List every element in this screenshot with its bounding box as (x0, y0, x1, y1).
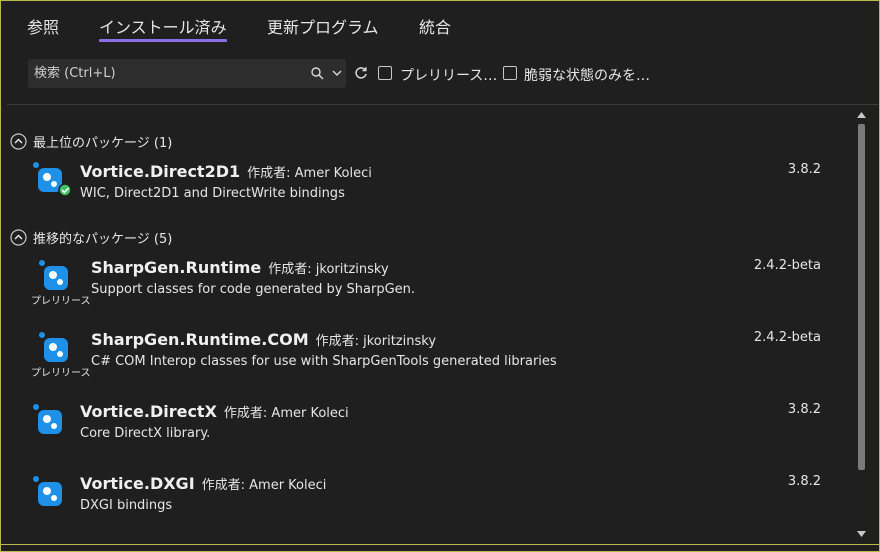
nuget-package-icon (33, 476, 62, 506)
package-version: 2.4.2-beta (753, 258, 821, 273)
package-row[interactable]: Vortice.Direct2D1 作成者: Amer Koleci WIC, D… (0, 156, 855, 212)
package-author: 作成者: jkoritzinsky (315, 334, 437, 349)
package-row[interactable]: プレリリース SharpGen.Runtime.COM 作成者: jkoritzi… (0, 326, 855, 390)
tab-browse[interactable]: 参照 (27, 14, 59, 38)
package-row[interactable]: Vortice.DirectX 作成者: Amer Koleci Core Dir… (0, 398, 855, 458)
prerelease-tag: プレリリース (31, 296, 91, 307)
selected-tab-indicator (99, 39, 227, 42)
package-name-line: Vortice.DirectX 作成者: Amer Koleci (80, 402, 349, 421)
tab-installed[interactable]: インストール済み (99, 14, 227, 38)
collapse-icon[interactable] (10, 132, 27, 150)
package-description: DXGI bindings (80, 498, 173, 513)
package-description: WIC, Direct2D1 and DirectWrite bindings (80, 186, 345, 201)
nuget-package-icon (33, 162, 72, 197)
package-list: 最上位のパッケージ (1) Vortice.Direct2D1 作成者: Amer… (0, 106, 855, 544)
chevron-down-icon[interactable] (332, 70, 342, 77)
package-description: Support classes for code generated by Sh… (91, 282, 416, 297)
refresh-icon[interactable] (354, 66, 368, 80)
package-name-line: SharpGen.Runtime.COM 作成者: jkoritzinsky (91, 330, 436, 349)
package-row[interactable]: Vortice.DXGI 作成者: Amer Koleci DXGI bindin… (0, 470, 855, 530)
vertical-scrollbar[interactable] (855, 106, 869, 544)
package-name-line: SharpGen.Runtime 作成者: jkoritzinsky (91, 258, 389, 277)
nuget-package-icon (39, 332, 68, 362)
tab-consolidate[interactable]: 統合 (419, 14, 451, 38)
package-name-line: Vortice.DXGI 作成者: Amer Koleci (80, 474, 326, 493)
package-name: SharpGen.Runtime.COM (91, 330, 309, 349)
package-name: Vortice.DXGI (80, 474, 195, 493)
tab-updates[interactable]: 更新プログラム (267, 14, 379, 38)
group-label: 最上位のパッケージ (1) (33, 135, 173, 151)
scroll-up-arrow-icon[interactable] (857, 112, 866, 118)
search-box (28, 59, 346, 88)
group-header-top-level[interactable]: 最上位のパッケージ (1) (10, 131, 172, 151)
group-label: 推移的なパッケージ (5) (33, 231, 173, 247)
prerelease-checkbox[interactable] (378, 66, 392, 80)
search-icon[interactable] (311, 67, 324, 80)
prerelease-tag: プレリリース (31, 368, 91, 379)
package-name: Vortice.DirectX (80, 402, 217, 421)
toolbar-divider (7, 104, 878, 105)
tab-bar: 参照 インストール済み 更新プログラム 統合 (0, 0, 880, 46)
package-name-line: Vortice.Direct2D1 作成者: Amer Koleci (80, 162, 372, 181)
nuget-package-icon (39, 260, 68, 290)
search-input[interactable] (34, 59, 304, 88)
package-version: 3.8.2 (787, 402, 821, 417)
package-name: Vortice.Direct2D1 (80, 162, 241, 181)
group-header-transitive[interactable]: 推移的なパッケージ (5) (10, 227, 172, 247)
package-author: 作成者: Amer Koleci (223, 406, 349, 421)
package-row[interactable]: プレリリース SharpGen.Runtime 作成者: jkoritzinsky… (0, 254, 855, 318)
package-author: 作成者: Amer Koleci (201, 478, 327, 493)
package-description: C# COM Interop classes for use with Shar… (91, 354, 557, 369)
scroll-down-arrow-icon[interactable] (857, 531, 866, 537)
vulnerable-only-checkbox[interactable] (503, 66, 517, 80)
prerelease-label[interactable]: プレリリース… (400, 65, 497, 85)
vulnerable-only-label[interactable]: 脆弱な状態のみを… (524, 65, 650, 85)
package-version: 3.8.2 (787, 162, 821, 177)
package-name: SharpGen.Runtime (91, 258, 262, 277)
collapse-icon[interactable] (10, 228, 27, 246)
package-author: 作成者: Amer Koleci (247, 166, 372, 181)
package-version: 2.4.2-beta (753, 330, 821, 345)
package-description: Core DirectX library. (80, 426, 211, 441)
nuget-package-icon (33, 404, 62, 434)
package-version: 3.8.2 (787, 474, 821, 489)
package-author: 作成者: jkoritzinsky (268, 262, 389, 277)
scroll-thumb[interactable] (858, 124, 865, 470)
bottom-border (0, 544, 880, 545)
